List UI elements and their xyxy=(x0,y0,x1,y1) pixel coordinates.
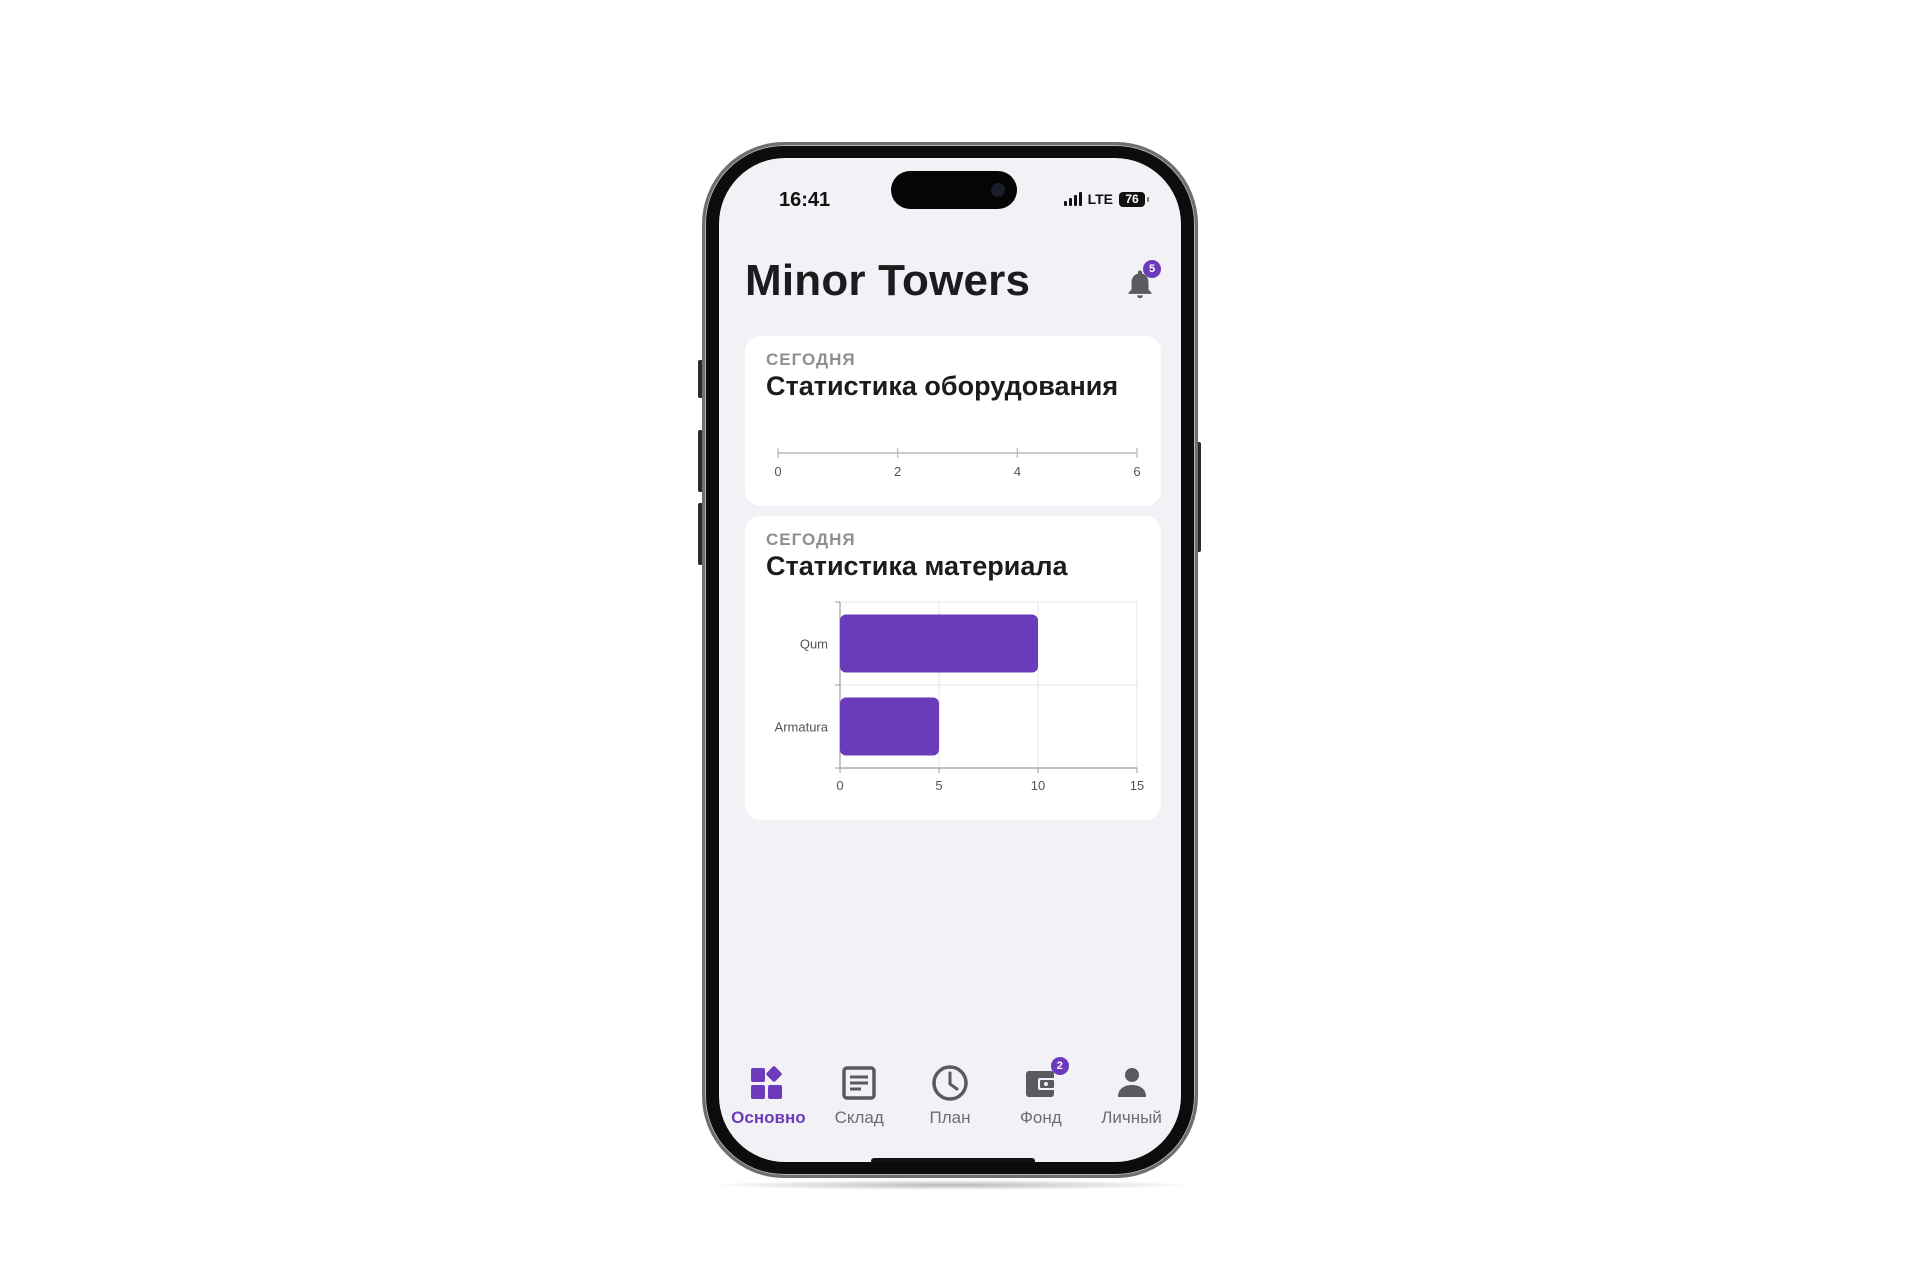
bar xyxy=(840,697,939,756)
x-tick-label: 10 xyxy=(1031,778,1045,793)
tab-personal[interactable]: Личный xyxy=(1088,1063,1176,1143)
clock-icon xyxy=(932,1065,968,1101)
document-list-icon xyxy=(842,1066,876,1100)
category-label: Qum xyxy=(800,637,828,652)
equipment-chart: 0 2 4 6 xyxy=(774,448,1141,479)
signal-icon xyxy=(1063,192,1082,206)
tab-plan[interactable]: План xyxy=(906,1063,994,1143)
tab-label: Склад xyxy=(834,1108,884,1127)
front-camera xyxy=(991,183,1005,197)
x-tick-label: 0 xyxy=(836,778,843,793)
x-tick-label: 2 xyxy=(894,464,901,479)
status-indicators: LTE 76 xyxy=(1063,190,1149,208)
fund-badge: 2 xyxy=(1050,1057,1069,1075)
x-tick-label: 6 xyxy=(1133,464,1140,479)
battery-icon: 76 xyxy=(1119,191,1149,207)
tab-label: Фонд xyxy=(1019,1108,1062,1127)
x-tick-label: 5 xyxy=(935,778,942,793)
tab-bar: Основно Склад План 2 Фонд Личный xyxy=(719,1057,1181,1143)
x-tick-label: 15 xyxy=(1130,778,1144,793)
home-indicator xyxy=(871,1158,1035,1162)
stage: 16:41 LTE 76 Minor Towers 5 СЕГОДНЯ Стат… xyxy=(0,0,1912,1275)
x-tick-label: 0 xyxy=(774,464,781,479)
x-tick-label: 4 xyxy=(1014,464,1021,479)
category-label: Armatura xyxy=(775,720,829,735)
bar xyxy=(840,614,1038,673)
tab-label: План xyxy=(929,1108,971,1127)
phone-shadow xyxy=(710,1180,1190,1190)
phone-frame: 16:41 LTE 76 Minor Towers 5 СЕГОДНЯ Стат… xyxy=(702,142,1198,1178)
tab-warehouse[interactable]: Склад xyxy=(815,1063,903,1143)
notification-badge: 5 xyxy=(1143,260,1161,278)
equipment-stats-card: СЕГОДНЯ Статистика оборудования 0246 xyxy=(745,336,1161,506)
dynamic-island xyxy=(891,171,1017,209)
tab-home[interactable]: Основно xyxy=(724,1063,812,1143)
status-time: 16:41 xyxy=(779,189,831,211)
phone-screen: 16:41 LTE 76 Minor Towers 5 СЕГОДНЯ Стат… xyxy=(719,158,1181,1162)
dashboard-icon xyxy=(751,1066,783,1099)
tab-label: Основно xyxy=(731,1108,806,1127)
page-title: Minor Towers xyxy=(745,256,1031,305)
tab-fund[interactable]: 2 Фонд xyxy=(997,1057,1085,1143)
material-chart: Qum Armatura 0 5 10 15 xyxy=(775,601,1144,793)
network-type: LTE xyxy=(1087,191,1113,207)
tab-label: Личный xyxy=(1101,1108,1162,1127)
material-stats-card: СЕГОДНЯ Статистика материала Qum Armatura… xyxy=(745,516,1161,820)
notifications-button[interactable]: 5 xyxy=(1123,260,1161,302)
person-icon xyxy=(1117,1068,1146,1097)
